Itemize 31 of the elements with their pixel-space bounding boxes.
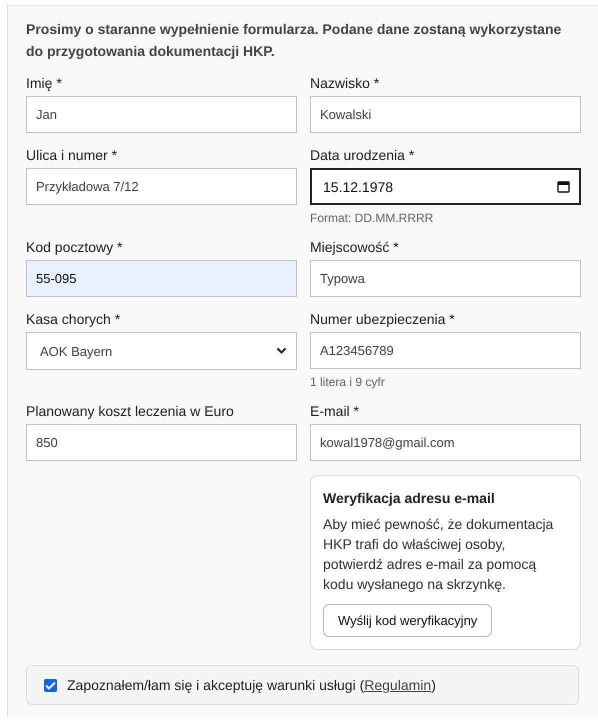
terms-link[interactable]: Regulamin [364,677,432,693]
text-field[interactable]: 55-095 [26,260,297,297]
field-label: Planowany koszt leczenia w Euro [26,403,235,419]
field-label: Kasa chorych * [26,311,122,327]
chevron-down-icon [276,347,287,355]
text-field[interactable]: A123456789 [310,332,581,369]
intro-text: Prosimy o staranne wypełnienie formularza. Podane dane zostaną wykorzystane do przygotowania dokumentacji HKP. [26,20,562,61]
text-field[interactable]: 850 [26,424,297,461]
send-code-button[interactable]: Wyślij kod weryfikacyjny [323,604,492,637]
field-label: Numer ubezpieczenia * [310,311,456,327]
dropdown[interactable]: AOK Bayern [26,332,297,370]
field-label: Imię * [26,75,63,91]
field-label: Nazwisko * [310,75,380,91]
field-label: E-mail * [310,403,360,419]
card-text: Aby mieć pewność, że dokumentacja HKP trafi do właściwej osoby, potwierdź adres e-mail za pomocą kodu wysłanego na skrzynkę. [323,515,554,594]
agreement-text: Zapoznałem/łam się i akceptuję warunki usługi (Regulamin) [67,677,436,693]
hint-text: 1 litera i 9 cyfr [310,375,386,389]
checkbox[interactable] [44,678,57,692]
field-label: Miejscowość * [310,239,400,255]
text-field[interactable]: kowal1978@gmail.com [310,424,581,461]
text-field[interactable]: Typowa [310,260,581,297]
calendar-icon[interactable] [557,180,570,193]
date-field[interactable]: 15.12.1978 [310,168,581,205]
field-label: Kod pocztowy * [26,239,124,255]
text-field[interactable]: Jan [26,96,297,133]
hint-text: Format: DD.MM.RRRR [310,211,434,225]
text-field[interactable]: Kowalski [310,96,581,133]
field-label: Ulica i numer * [26,147,118,163]
text-field[interactable]: Przykładowa 7/12 [26,168,297,205]
field-label: Data urodzenia * [310,147,416,163]
card-title: Weryfikacja adresu e-mail [323,490,495,506]
